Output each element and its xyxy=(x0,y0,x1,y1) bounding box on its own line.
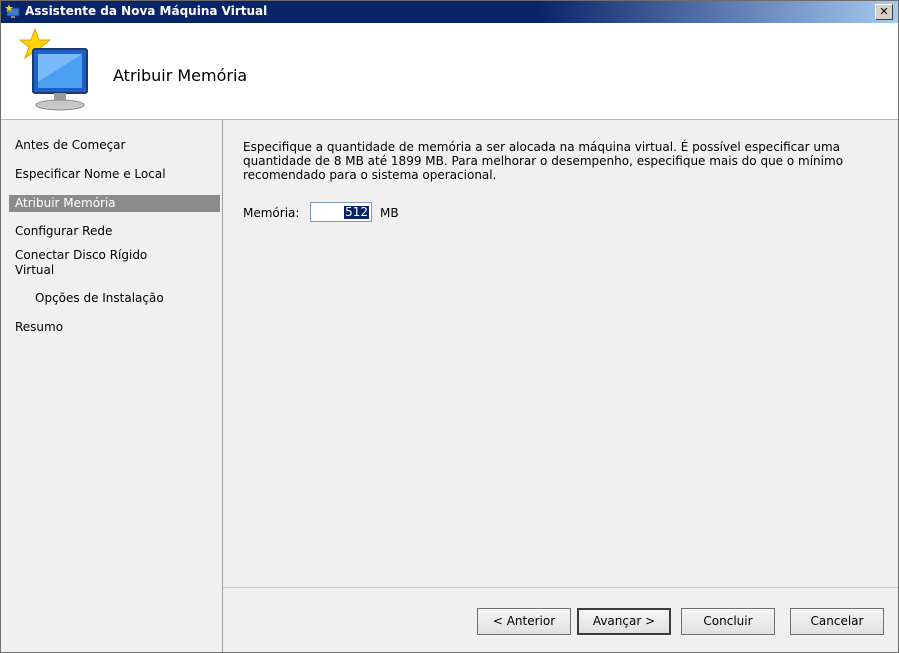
button-bar-divider xyxy=(223,587,898,588)
main-content: Especifique a quantidade de memória a se… xyxy=(223,120,898,587)
window-title: Assistente da Nova Máquina Virtual xyxy=(25,4,268,18)
nav-item-resumo[interactable]: Resumo xyxy=(9,320,220,335)
nav-item-configurar-rede[interactable]: Configurar Rede xyxy=(9,224,220,239)
cancel-button[interactable]: Cancelar xyxy=(790,608,884,635)
memory-input[interactable]: 512 xyxy=(310,202,372,222)
memory-description: Especifique a quantidade de memória a se… xyxy=(243,140,844,182)
title-bar[interactable]: Assistente da Nova Máquina Virtual ✕ xyxy=(1,1,898,23)
computer-with-star-icon xyxy=(19,27,88,111)
wizard-window: Assistente da Nova Máquina Virtual ✕ Atr… xyxy=(0,0,899,653)
memory-unit: MB xyxy=(380,206,399,220)
wizard-steps-nav: Antes de Começar Especificar Nome e Loca… xyxy=(1,120,223,652)
next-button[interactable]: Avançar > xyxy=(577,608,671,635)
memory-label: Memória: xyxy=(243,206,300,220)
nav-item-especificar-nome-local[interactable]: Especificar Nome e Local xyxy=(9,167,220,182)
nav-item-conectar-disco-rigido-virtual[interactable]: Conectar Disco Rígido Virtual xyxy=(9,248,165,278)
nav-item-atribuir-memoria[interactable]: Atribuir Memória xyxy=(9,195,220,212)
nav-item-opcoes-de-instalacao[interactable]: Opções de Instalação xyxy=(9,291,240,306)
wizard-header: Atribuir Memória xyxy=(1,23,898,120)
nav-item-antes-de-comecar[interactable]: Antes de Começar xyxy=(9,138,220,153)
previous-button[interactable]: < Anterior xyxy=(477,608,571,635)
memory-input-value: 512 xyxy=(344,205,369,219)
finish-button[interactable]: Concluir xyxy=(681,608,775,635)
page-title: Atribuir Memória xyxy=(113,66,248,85)
new-vm-wizard-icon xyxy=(5,4,20,18)
close-button[interactable]: ✕ xyxy=(875,4,893,20)
